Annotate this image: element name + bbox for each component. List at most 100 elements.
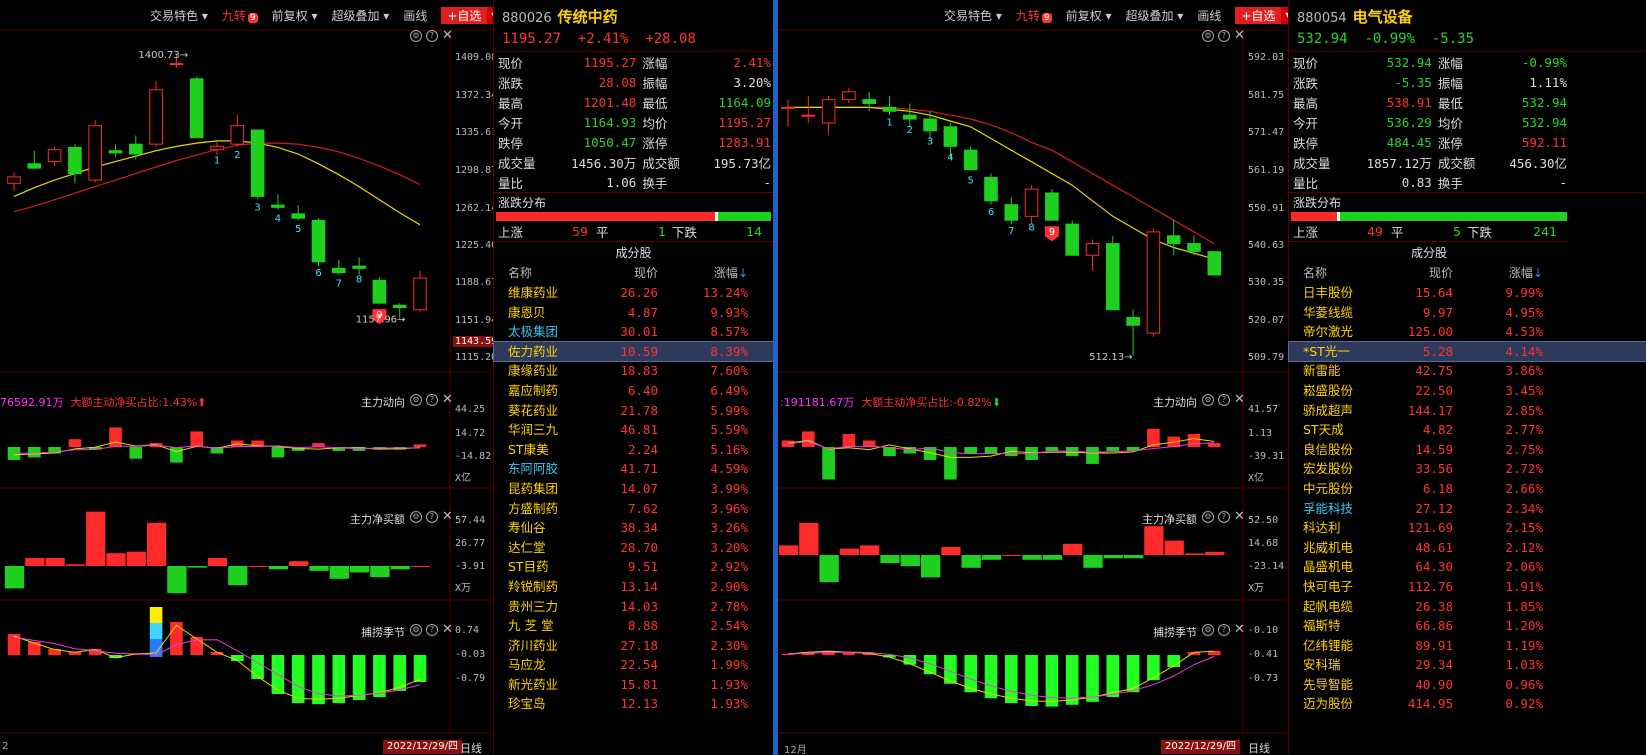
candle-body (7, 176, 21, 184)
component-row[interactable]: 华润三九 46.81 5.59% (494, 420, 773, 440)
quote-value: 536.29 (1386, 114, 1432, 130)
close-icon[interactable]: ✕ (1234, 623, 1245, 636)
component-row[interactable]: 良信股份 14.59 2.75% (1289, 440, 1646, 460)
component-row[interactable]: 太极集团 30.01 8.57% (494, 322, 773, 342)
close-icon[interactable]: ✕ (1234, 29, 1245, 42)
component-row[interactable]: ST目药 9.51 2.92% (494, 557, 773, 577)
component-row[interactable]: 康缘药业 18.83 7.60% (494, 361, 773, 381)
component-row[interactable]: 迈为股份 414.95 0.92% (1289, 694, 1646, 714)
help-icon[interactable]: ? (426, 30, 438, 42)
component-row[interactable]: 科达利 121.69 2.15% (1289, 518, 1646, 538)
settings-icon[interactable]: ⚙ (1202, 511, 1214, 523)
season-panel-title: 捕捞季节 (361, 626, 405, 639)
settings-icon[interactable]: ⚙ (410, 30, 422, 42)
component-row[interactable]: 佐力药业 10.59 8.39% (493, 340, 774, 363)
candle-body (943, 126, 958, 147)
settings-icon[interactable]: ⚙ (410, 624, 422, 636)
component-row[interactable]: 帝尔激光 125.00 4.53% (1289, 322, 1646, 342)
component-row[interactable]: 九 芝 堂 8.88 2.54% (494, 616, 773, 636)
help-icon[interactable]: ? (1218, 624, 1230, 636)
indicator-tick: X亿 (1248, 473, 1265, 484)
component-row[interactable]: 昆药集团 14.07 3.99% (494, 479, 773, 499)
sort-desc-icon[interactable]: ↓ (738, 266, 748, 280)
season-bar (413, 655, 427, 682)
close-icon[interactable]: ✕ (1234, 510, 1245, 523)
component-row[interactable]: 维康药业 26.26 13.24% (494, 283, 773, 303)
component-row[interactable]: 快可电子 112.76 1.91% (1289, 577, 1646, 597)
component-row[interactable]: 孚能科技 27.12 2.34% (1289, 499, 1646, 519)
settings-icon[interactable]: ⚙ (1202, 30, 1214, 42)
help-icon[interactable]: ? (426, 394, 438, 406)
component-row[interactable]: 新雷能 42.75 3.86% (1289, 361, 1646, 381)
component-row[interactable]: 崧盛股份 22.50 3.45% (1289, 381, 1646, 401)
close-icon[interactable]: ✕ (442, 510, 453, 523)
component-row[interactable]: 寿仙谷 38.34 3.26% (494, 518, 773, 538)
component-row[interactable]: 华菱线缆 9.97 4.95% (1289, 303, 1646, 323)
net-bar (819, 555, 839, 583)
component-row[interactable]: 新光药业 15.81 1.93% (494, 675, 773, 695)
settings-icon[interactable]: ⚙ (410, 511, 422, 523)
component-row[interactable]: 方盛制药 7.62 3.96% (494, 499, 773, 519)
component-row[interactable]: 兆威机电 48.61 2.12% (1289, 538, 1646, 558)
stock-name: 马应龙 (508, 657, 546, 673)
help-icon[interactable]: ? (426, 624, 438, 636)
component-row[interactable]: 羚锐制药 13.14 2.90% (494, 577, 773, 597)
quote-label: 现价 (1293, 55, 1319, 71)
net-bar (1123, 555, 1144, 559)
period-label[interactable]: 日线 (1248, 740, 1270, 755)
component-row[interactable]: 亿纬锂能 89.91 1.19% (1289, 636, 1646, 656)
component-row[interactable]: 宏发股份 33.56 2.72% (1289, 459, 1646, 479)
component-row[interactable]: 葵花药业 21.78 5.99% (494, 401, 773, 421)
component-row[interactable]: 安科瑞 29.34 1.03% (1289, 655, 1646, 675)
component-row[interactable]: 济川药业 27.18 2.30% (494, 636, 773, 656)
stock-change: 4.59% (710, 461, 748, 477)
component-row[interactable]: 嘉应制药 6.40 6.49% (494, 381, 773, 401)
close-icon[interactable]: ✕ (1234, 393, 1245, 406)
stock-change: 2.85% (1505, 402, 1543, 418)
sort-desc-icon[interactable]: ↓ (1533, 266, 1543, 280)
close-icon[interactable]: ✕ (442, 393, 453, 406)
help-icon[interactable]: ? (1218, 394, 1230, 406)
component-row[interactable]: 先导智能 40.90 0.96% (1289, 675, 1646, 695)
season-bar (251, 655, 264, 679)
help-icon[interactable]: ? (1218, 511, 1230, 523)
candle-body (210, 145, 224, 151)
component-row[interactable]: 达仁堂 28.70 3.20% (494, 538, 773, 558)
quote-label: 振幅 (642, 75, 668, 91)
stock-change: 1.91% (1505, 578, 1543, 594)
quote-label: 跌停 (498, 135, 524, 151)
close-icon[interactable]: ✕ (442, 623, 453, 636)
net-bar (65, 564, 86, 566)
net-bar (410, 566, 431, 567)
component-row[interactable]: 东阿阿胶 41.71 4.59% (494, 459, 773, 479)
arrow-up-icon: ⬆ (197, 396, 207, 409)
candle-body (1004, 204, 1019, 221)
component-row[interactable]: 骄成超声 144.17 2.85% (1289, 401, 1646, 421)
stock-price: 121.69 (1407, 520, 1453, 536)
settings-icon[interactable]: ⚙ (1202, 394, 1214, 406)
td-label: 3 (927, 137, 933, 148)
period-label[interactable]: 日线 (460, 740, 482, 755)
stock-name: 崧盛股份 (1303, 382, 1354, 398)
component-row[interactable]: 珍宝岛 12.13 1.93% (494, 694, 773, 714)
help-icon[interactable]: ? (426, 511, 438, 523)
help-icon[interactable]: ? (1218, 30, 1230, 42)
stock-price: 2.24 (627, 441, 658, 457)
quote-label: 涨停 (642, 135, 668, 151)
net-bar (126, 551, 146, 566)
settings-icon[interactable]: ⚙ (1202, 624, 1214, 636)
component-row[interactable]: *ST光一 5.28 4.14% (1288, 340, 1646, 363)
component-row[interactable]: ST康美 2.24 5.16% (494, 440, 773, 460)
component-row[interactable]: 贵州三力 14.03 2.78% (494, 597, 773, 617)
component-row[interactable]: 日丰股份 15.64 9.99% (1289, 283, 1646, 303)
component-row[interactable]: 晶盛机电 64.30 2.06% (1289, 557, 1646, 577)
component-row[interactable]: 起帆电缆 26.38 1.85% (1289, 597, 1646, 617)
component-row[interactable]: 康恩贝 4.87 9.93% (494, 303, 773, 323)
component-row[interactable]: 马应龙 22.54 1.99% (494, 655, 773, 675)
component-row[interactable]: 中元股份 6.18 2.66% (1289, 479, 1646, 499)
component-row[interactable]: ST天成 4.82 2.77% (1289, 420, 1646, 440)
settings-icon[interactable]: ⚙ (410, 394, 422, 406)
component-row[interactable]: 福斯特 66.86 1.20% (1289, 616, 1646, 636)
close-icon[interactable]: ✕ (442, 29, 453, 42)
price-tick: 592.03 (1248, 52, 1285, 63)
